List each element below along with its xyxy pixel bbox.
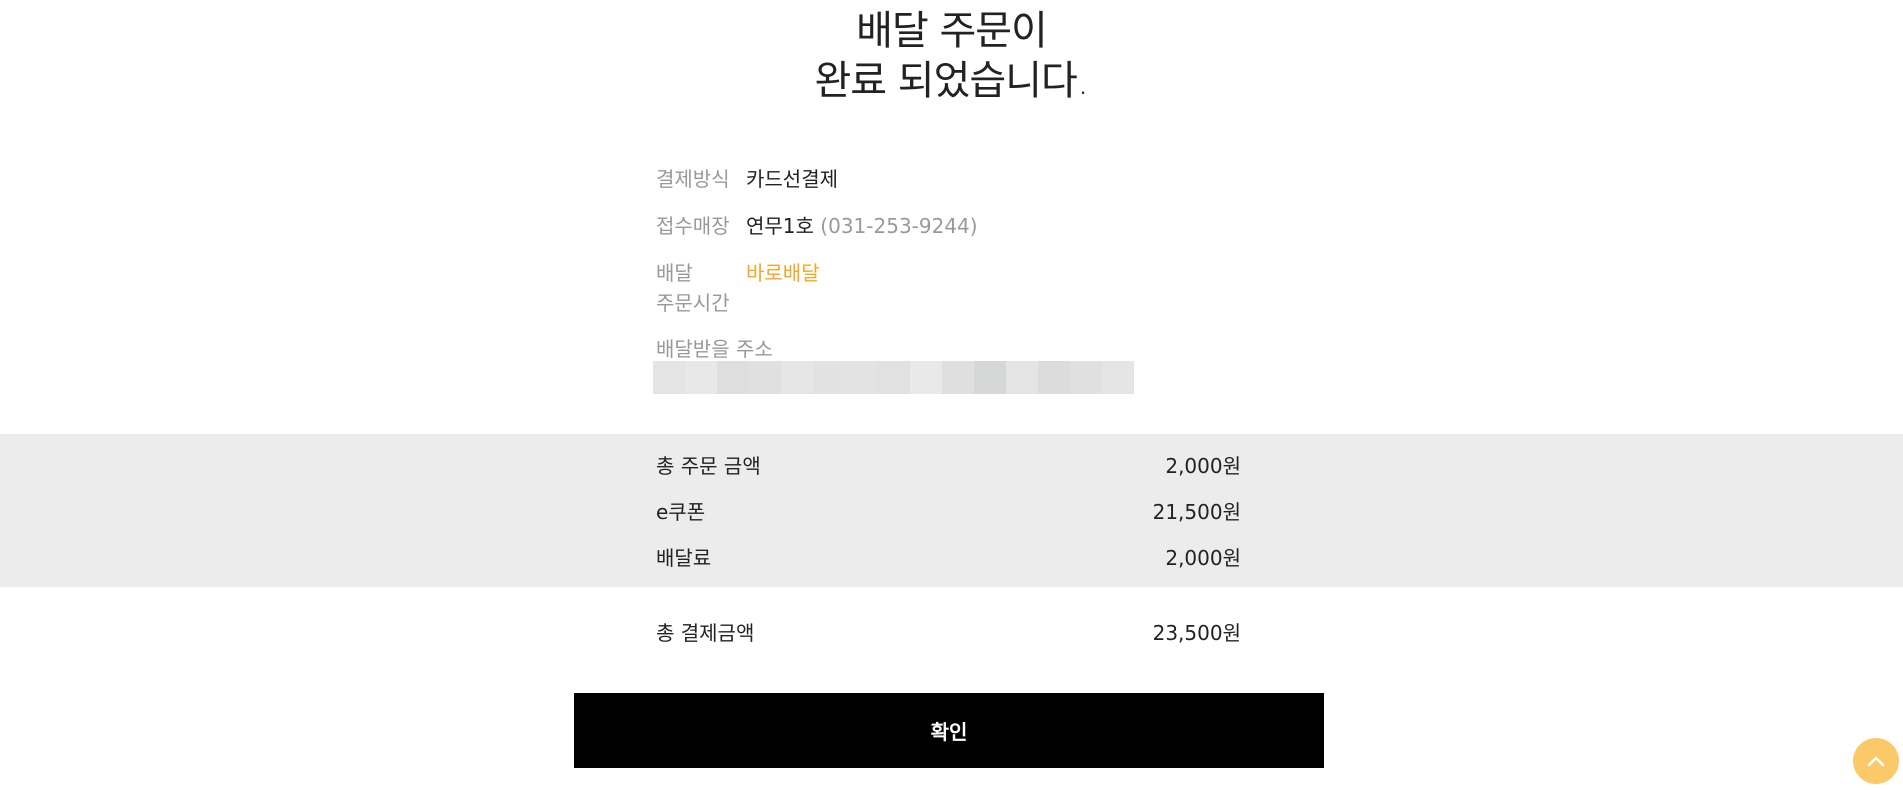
- confirm-button[interactable]: 확인: [574, 693, 1324, 768]
- summary-row-ecoupon: e쿠폰 21,500원: [656, 496, 1241, 525]
- total-payment-label: 총 결제금액: [656, 621, 755, 645]
- summary-value: 2,000원: [1165, 454, 1241, 478]
- address-label: 배달받을 주소: [656, 337, 773, 361]
- order-summary: 총 주문 금액 2,000원 e쿠폰 21,500원 배달료 2,000원: [0, 434, 1903, 587]
- summary-row-delivery-fee: 배달료 2,000원: [656, 542, 1241, 571]
- summary-label: e쿠폰: [656, 500, 706, 524]
- payment-method-label: 결제방식: [656, 167, 730, 191]
- title-line-2: 완료 되었습니다.: [814, 58, 1089, 104]
- payment-method-value: 카드선결제: [746, 167, 838, 191]
- title-line-1: 배달 주문이: [856, 8, 1048, 54]
- total-payment-row: 총 결제금액 23,500원: [656, 617, 1241, 646]
- delivery-time-label-line-1: 배달: [656, 261, 693, 285]
- order-complete-page: 배달 주문이 완료 되었습니다. 결제방식 카드선결제 접수매장 연무1호 (0…: [0, 0, 1903, 790]
- payment-method-row: 결제방식 카드선결제: [656, 164, 1276, 194]
- summary-label: 배달료: [656, 546, 712, 570]
- delivery-time-label: 배달 주문시간: [656, 258, 746, 318]
- store-label: 접수매장: [656, 214, 730, 238]
- chevron-up-icon: [1867, 756, 1885, 767]
- page-title: 배달 주문이 완료 되었습니다.: [0, 6, 1903, 106]
- summary-value: 2,000원: [1165, 546, 1241, 570]
- scroll-top-button[interactable]: [1853, 738, 1899, 784]
- summary-label: 총 주문 금액: [656, 454, 761, 478]
- total-payment-value: 23,500원: [1152, 621, 1241, 645]
- store-name: 연무1호: [746, 214, 814, 238]
- summary-row-order-amount: 총 주문 금액 2,000원: [656, 450, 1241, 479]
- delivery-time-value: 바로배달: [746, 261, 820, 285]
- delivery-time-label-line-2: 주문시간: [656, 291, 730, 315]
- summary-value: 21,500원: [1152, 500, 1241, 524]
- store-phone: (031-253-9244): [820, 214, 978, 238]
- order-info: 결제방식 카드선결제 접수매장 연무1호 (031-253-9244) 배달 주…: [656, 164, 1276, 335]
- store-row: 접수매장 연무1호 (031-253-9244): [656, 211, 1276, 241]
- delivery-time-row: 배달 주문시간 바로배달: [656, 258, 1276, 318]
- store-value: 연무1호 (031-253-9244): [746, 211, 978, 241]
- address-value-redacted: [653, 361, 1134, 394]
